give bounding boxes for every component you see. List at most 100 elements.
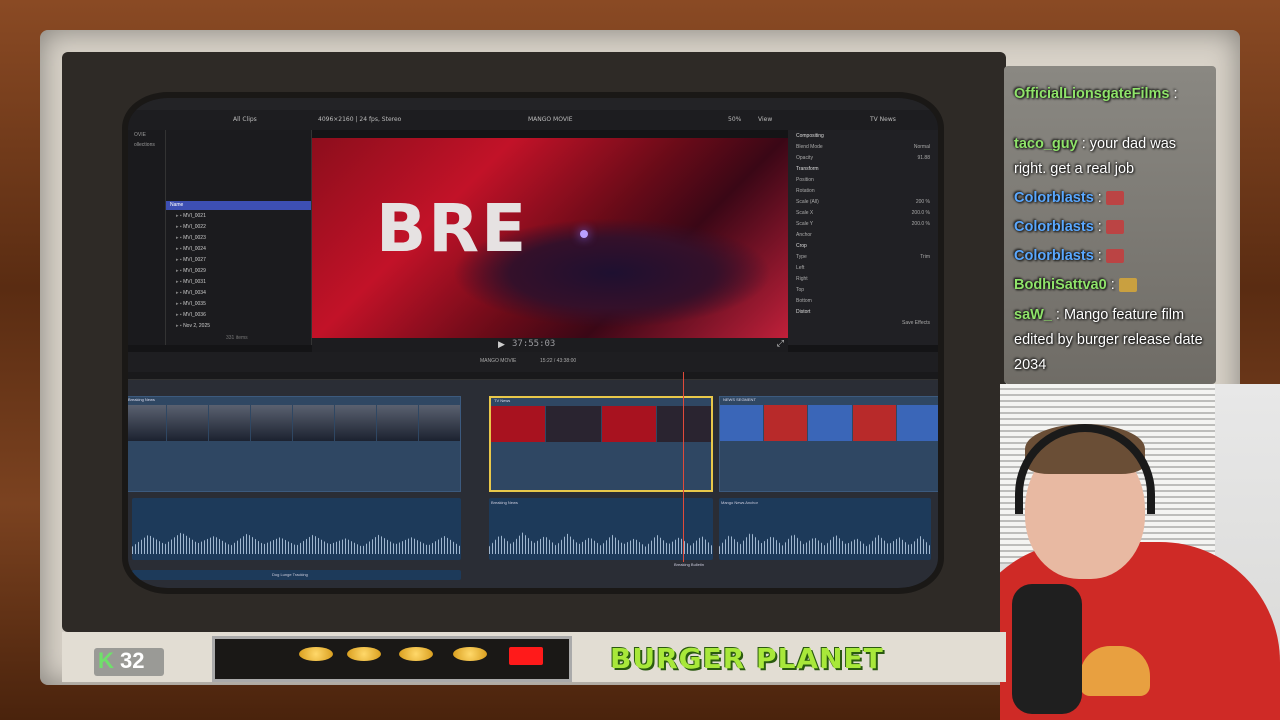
crop-right-label: Right	[796, 276, 808, 282]
browser-filter[interactable]: All Clips	[233, 116, 257, 123]
anchor-label: Anchor	[796, 232, 812, 238]
name-column-header[interactable]: Name	[166, 201, 311, 210]
clip-filmstrip	[491, 406, 711, 442]
webcam-feed	[1000, 384, 1280, 720]
fcp-toolbar: All Clips 4096×2160 | 24 fps, Stereo MAN…	[128, 110, 938, 130]
knob-icon[interactable]	[399, 647, 433, 661]
zoom-level[interactable]: 50%	[728, 116, 741, 123]
chat-text: :	[1173, 86, 1178, 102]
scale-x-label: Scale X	[796, 210, 814, 216]
project-title: MANGO MOVIE	[528, 116, 573, 123]
audio-clip[interactable]	[132, 498, 461, 560]
sidebar-item[interactable]: OVIE	[128, 130, 165, 140]
chat-username[interactable]: taco_guy	[1014, 136, 1078, 152]
inspector-row: Type Trim	[788, 251, 938, 262]
badge-count: 32	[120, 648, 145, 673]
timeline-clip-selected[interactable]: TV News	[489, 396, 713, 492]
timecode: 37:55:03	[512, 339, 556, 349]
chat-username[interactable]: Colorblasts	[1014, 190, 1094, 206]
inspector-compositing[interactable]: Compositing	[788, 130, 938, 141]
chat-text: :	[1110, 277, 1115, 293]
clip-row[interactable]: MVI_0022	[166, 221, 311, 232]
inspector-crop[interactable]: Crop	[788, 240, 938, 251]
microphone-icon	[1012, 584, 1082, 714]
knob-icon[interactable]	[347, 647, 381, 661]
clip-row[interactable]: MVI_0031	[166, 276, 311, 287]
inspector-row: Blend Mode Normal	[788, 141, 938, 152]
opacity-label: Opacity	[796, 155, 813, 161]
emote-icon	[1105, 249, 1124, 264]
chat-message: Colorblasts :	[1014, 248, 1124, 264]
clip-row[interactable]: MVI_0027	[166, 254, 311, 265]
inspector-row: Scale Y 200.0 %	[788, 218, 938, 229]
viewer-controls: ▶ 37:55:03 ⤢	[312, 338, 788, 352]
audio-label: Mango News Anchor	[721, 500, 758, 505]
timeline-toolbar: MANGO MOVIE 15:22 / 43:38:00	[128, 352, 938, 372]
knob-icon[interactable]	[299, 647, 333, 661]
play-icon[interactable]: ▶	[498, 339, 505, 350]
scale-x-value[interactable]: 200.0 %	[912, 210, 930, 216]
chat-username[interactable]: Colorblasts	[1014, 219, 1094, 235]
clip-row[interactable]: MVI_0023	[166, 232, 311, 243]
power-button[interactable]	[509, 647, 543, 665]
timeline-project[interactable]: MANGO MOVIE	[480, 358, 516, 364]
clip-row[interactable]: MVI_0035	[166, 298, 311, 309]
chat-text: :	[1097, 190, 1102, 206]
emote-icon	[1105, 220, 1124, 235]
chat-username[interactable]: Colorblasts	[1014, 248, 1094, 264]
chat-message: saW_ : Mango feature film edited by burg…	[1014, 303, 1204, 378]
type-label: Type	[796, 254, 807, 260]
blend-mode-value[interactable]: Normal	[914, 144, 930, 150]
blend-mode-label: Blend Mode	[796, 144, 823, 150]
opacity-value[interactable]: 91.88	[917, 155, 930, 161]
clip-row[interactable]: MVI_0024	[166, 243, 311, 254]
chat-message: taco_guy : your dad was right. get a rea…	[1014, 132, 1209, 182]
inspector-distort[interactable]: Distort	[788, 306, 938, 317]
view-menu[interactable]: View	[758, 116, 772, 123]
chat-message: OfficialLionsgateFilms :	[1014, 86, 1178, 102]
format-info: 4096×2160 | 24 fps, Stereo	[318, 116, 402, 123]
tv-control-panel	[212, 636, 572, 682]
brand-logo: BURGER PLANET	[610, 642, 884, 675]
type-value[interactable]: Trim	[920, 254, 930, 260]
fullscreen-icon[interactable]: ⤢	[777, 338, 784, 349]
timeline-ruler[interactable]	[128, 372, 938, 380]
clip-row[interactable]: MVI_0036	[166, 309, 311, 320]
date-group[interactable]: Nov 2, 2025	[166, 320, 311, 331]
clip-row[interactable]: MVI_0021	[166, 210, 311, 221]
chat-username[interactable]: saW_	[1014, 307, 1052, 323]
menu-bar	[128, 98, 938, 110]
audio-label: Breaking News	[491, 500, 518, 505]
scale-y-value[interactable]: 200.0 %	[912, 221, 930, 227]
rotation-label: Rotation	[796, 188, 815, 194]
emote-icon	[1105, 191, 1124, 206]
clip-row[interactable]: MVI_0034	[166, 287, 311, 298]
sidebar-item[interactable]: ollections	[128, 140, 165, 150]
audio-label: Dog Lunge Tracking	[272, 572, 308, 577]
library-sidebar: OVIE ollections	[128, 130, 166, 345]
playhead[interactable]	[683, 372, 684, 562]
scale-all-label: Scale (All)	[796, 199, 819, 205]
audio-clip[interactable]: Mango News Anchor	[719, 498, 931, 560]
knob-icon[interactable]	[453, 647, 487, 661]
clip-label: NEWS SEGMENT	[723, 397, 756, 402]
timeline-clip[interactable]: Breaking News	[128, 396, 461, 492]
tv-screen: All Clips 4096×2160 | 24 fps, Stereo MAN…	[128, 98, 938, 588]
clip-filmstrip	[128, 405, 460, 441]
clip-label: TV News	[494, 398, 511, 403]
timeline-clip[interactable]: NEWS SEGMENT	[719, 396, 938, 492]
save-effects-button[interactable]: Save Effects	[788, 317, 938, 328]
badge-letter: K	[98, 648, 114, 673]
chat-text: :	[1097, 219, 1102, 235]
clip-browser: Name MVI_0021 MVI_0022 MVI_0023 MVI_0024…	[166, 130, 312, 345]
inspector-transform[interactable]: Transform	[788, 163, 938, 174]
waveform	[489, 532, 713, 554]
scale-all-value[interactable]: 200 %	[916, 199, 930, 205]
inspector-row: Opacity 91.88	[788, 152, 938, 163]
viewer[interactable]: BRE	[312, 138, 788, 338]
chat-username[interactable]: BodhiSattva0	[1014, 277, 1107, 293]
audio-clip[interactable]: Breaking News	[489, 498, 713, 560]
chat-username[interactable]: OfficialLionsgateFilms	[1014, 86, 1170, 102]
audio-clip[interactable]: Dog Lunge Tracking	[132, 570, 461, 580]
clip-row[interactable]: MVI_0029	[166, 265, 311, 276]
